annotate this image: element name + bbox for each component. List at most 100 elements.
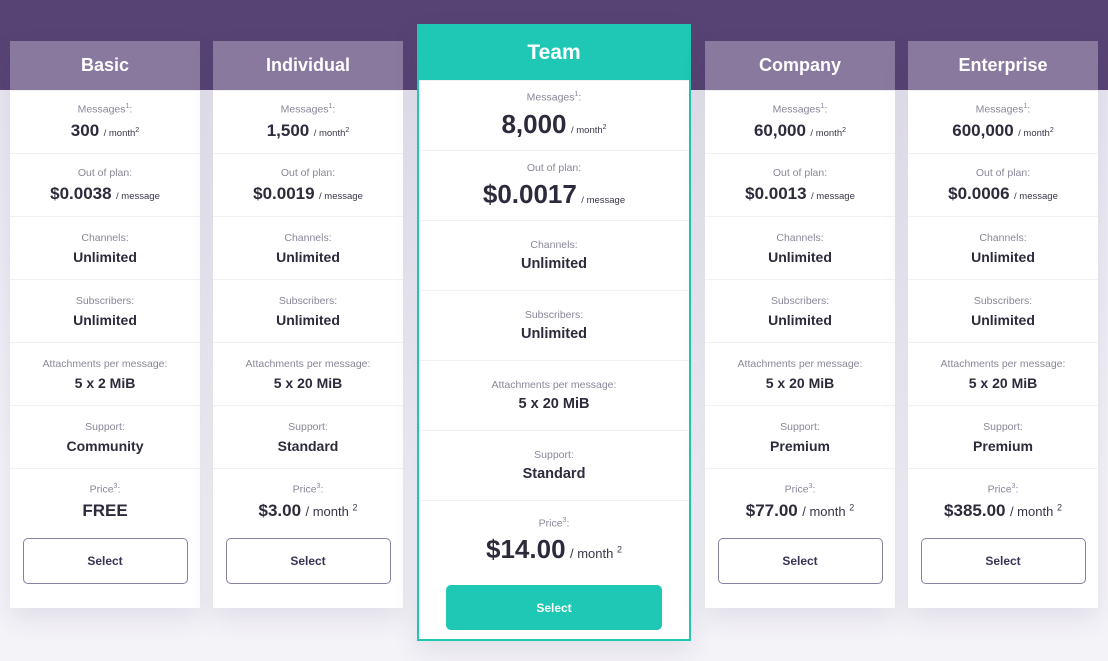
plan-name: Company	[705, 41, 895, 90]
out-of-plan-value: $0.0038 / message	[50, 183, 160, 203]
attachments-value: 5 x 2 MiB	[74, 374, 136, 391]
messages-label: Messages1:	[975, 103, 1031, 116]
attachments-row: Attachments per message: 5 x 20 MiB	[908, 342, 1098, 405]
select-button-basic[interactable]: Select	[22, 538, 188, 584]
subscribers-label: Subscribers:	[973, 294, 1033, 307]
plan-card-basic: Basic Messages1: 300 / month2 Out of pla…	[10, 41, 200, 608]
select-button-individual[interactable]: Select	[225, 538, 391, 584]
out-of-plan-label: Out of plan:	[280, 166, 336, 179]
support-value: Standard	[522, 466, 586, 482]
subscribers-label: Subscribers:	[75, 294, 135, 307]
channels-row: Channels: Unlimited	[705, 216, 895, 279]
price-label: Price3:	[538, 516, 570, 530]
subscribers-value: Unlimited	[520, 326, 588, 342]
attachments-value: 5 x 20 MiB	[765, 374, 835, 391]
messages-row: Messages1: 1,500 / month2	[213, 90, 403, 153]
messages-value: 60,000 / month2	[753, 120, 847, 140]
channels-row: Channels: Unlimited	[10, 216, 200, 279]
channels-row: Channels: Unlimited	[213, 216, 403, 279]
subscribers-row: Subscribers: Unlimited	[10, 279, 200, 342]
price-row: Price3: $3.00 / month 2	[213, 468, 403, 535]
channels-value: Unlimited	[520, 256, 588, 272]
subscribers-value: Unlimited	[73, 311, 137, 328]
channels-label: Channels:	[284, 231, 332, 244]
subscribers-value: Unlimited	[768, 311, 832, 328]
messages-label: Messages1:	[77, 103, 133, 116]
attachments-row: Attachments per message: 5 x 2 MiB	[10, 342, 200, 405]
support-label: Support:	[983, 420, 1023, 433]
subscribers-label: Subscribers:	[770, 294, 830, 307]
out-of-plan-label: Out of plan:	[975, 166, 1031, 179]
out-of-plan-row: Out of plan: $0.0006 / message	[908, 153, 1098, 216]
support-row: Support: Standard	[213, 405, 403, 468]
messages-value: 8,000 / month2	[501, 108, 607, 139]
out-of-plan-label: Out of plan:	[526, 161, 582, 174]
channels-label: Channels:	[776, 231, 824, 244]
out-of-plan-label: Out of plan:	[77, 166, 133, 179]
out-of-plan-value: $0.0017 / message	[482, 178, 626, 209]
messages-label: Messages1:	[772, 103, 828, 116]
messages-value: 300 / month2	[70, 120, 140, 140]
channels-label: Channels:	[81, 231, 129, 244]
price-value: $14.00 / month 2	[486, 534, 622, 565]
messages-label: Messages1:	[526, 91, 582, 104]
footnote-marker: 2	[602, 123, 607, 131]
support-row: Support: Premium	[705, 405, 895, 468]
channels-value: Unlimited	[73, 248, 137, 265]
channels-row: Channels: Unlimited	[908, 216, 1098, 279]
messages-value: 1,500 / month2	[266, 120, 350, 140]
channels-row: Channels: Unlimited	[419, 220, 689, 290]
price-value: $3.00 / month 2	[258, 500, 358, 520]
support-label: Support:	[534, 449, 574, 461]
messages-label: Messages1:	[280, 103, 336, 116]
support-value: Premium	[973, 437, 1033, 454]
attachments-row: Attachments per message: 5 x 20 MiB	[705, 342, 895, 405]
plan-name: Individual	[213, 41, 403, 90]
support-label: Support:	[85, 420, 125, 433]
channels-label: Channels:	[979, 231, 1027, 244]
select-button-team[interactable]: Select	[446, 585, 662, 630]
channels-value: Unlimited	[276, 248, 340, 265]
attachments-label: Attachments per message:	[737, 357, 863, 370]
support-value: Premium	[770, 437, 830, 454]
plan-card-company: Company Messages1: 60,000 / month2 Out o…	[705, 41, 895, 608]
plan-name: Team	[419, 26, 689, 80]
out-of-plan-row: Out of plan: $0.0017 / message	[419, 150, 689, 220]
footnote-marker: 2	[1049, 126, 1054, 134]
subscribers-label: Subscribers:	[278, 294, 338, 307]
attachments-value: 5 x 20 MiB	[518, 396, 590, 412]
support-label: Support:	[780, 420, 820, 433]
attachments-row: Attachments per message: 5 x 20 MiB	[213, 342, 403, 405]
channels-label: Channels:	[530, 239, 578, 251]
messages-value: 600,000 / month2	[952, 120, 1054, 140]
support-value: Community	[66, 437, 144, 454]
subscribers-row: Subscribers: Unlimited	[419, 290, 689, 360]
price-value: $385.00 / month 2	[944, 500, 1062, 520]
subscribers-row: Subscribers: Unlimited	[705, 279, 895, 342]
footnote-marker: 2	[842, 126, 847, 134]
select-button-enterprise[interactable]: Select	[920, 538, 1086, 584]
price-label: Price3:	[784, 483, 816, 496]
messages-row: Messages1: 60,000 / month2	[705, 90, 895, 153]
out-of-plan-value: $0.0006 / message	[948, 183, 1058, 203]
support-row: Support: Standard	[419, 430, 689, 500]
footnote-marker: 2	[849, 502, 855, 513]
select-button-company[interactable]: Select	[717, 538, 883, 584]
footnote-marker: 2	[352, 502, 358, 513]
channels-value: Unlimited	[971, 248, 1035, 265]
footnote-marker: 2	[135, 126, 140, 134]
subscribers-row: Subscribers: Unlimited	[908, 279, 1098, 342]
messages-row: Messages1: 300 / month2	[10, 90, 200, 153]
price-row: Price3: $77.00 / month 2	[705, 468, 895, 535]
support-row: Support: Community	[10, 405, 200, 468]
price-label: Price3:	[987, 483, 1019, 496]
footnote-marker: 2	[616, 544, 622, 555]
plan-card-enterprise: Enterprise Messages1: 600,000 / month2 O…	[908, 41, 1098, 608]
price-label: Price3:	[89, 483, 121, 496]
out-of-plan-label: Out of plan:	[772, 166, 828, 179]
channels-value: Unlimited	[768, 248, 832, 265]
plan-name: Basic	[10, 41, 200, 90]
footnote-marker: 2	[345, 126, 350, 134]
support-label: Support:	[288, 420, 328, 433]
price-label: Price3:	[292, 483, 324, 496]
